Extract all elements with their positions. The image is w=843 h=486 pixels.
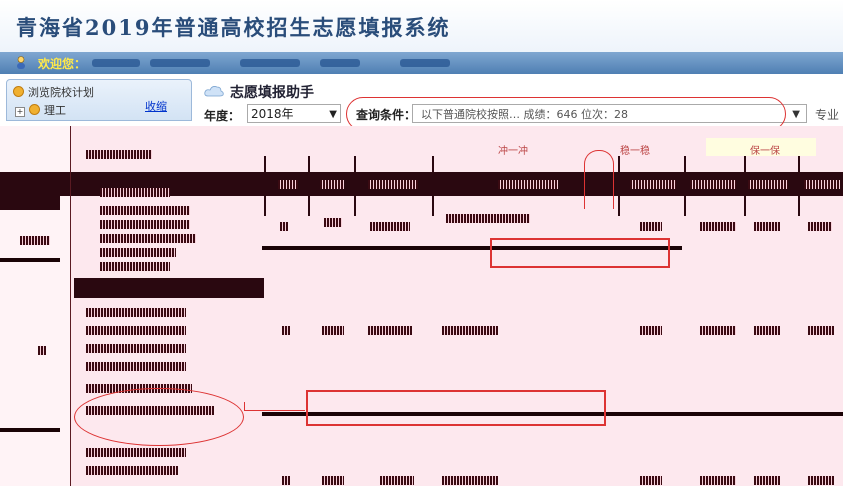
column-divider (618, 156, 620, 216)
table-cell (808, 476, 834, 485)
table-cell (748, 180, 788, 189)
tree-node[interactable] (86, 308, 186, 317)
table-cell (754, 326, 780, 335)
table-cell (640, 326, 662, 335)
tree-node[interactable] (100, 262, 170, 271)
table-cell (640, 222, 662, 231)
annotation-oval (74, 388, 244, 446)
redacted-info (320, 59, 360, 67)
table-cell (630, 180, 676, 189)
helper-title: 志愿填报助手 (230, 85, 314, 101)
tree-node[interactable] (86, 362, 186, 371)
table-cell (442, 476, 498, 485)
year-label: 年度： (204, 109, 241, 123)
redacted-username (92, 59, 140, 67)
tree-node[interactable] (86, 466, 178, 475)
table-row[interactable] (74, 278, 264, 298)
year-value: 2018年 (251, 107, 294, 121)
year-select[interactable]: 2018年 ▼ (247, 104, 341, 123)
table-cell (808, 326, 834, 335)
tree-node[interactable] (86, 344, 186, 353)
table-cell (700, 476, 736, 485)
dropdown-arrow-icon[interactable]: ▼ (329, 105, 337, 124)
column-head-safe: 保一保 (750, 146, 780, 157)
specialty-label: 专业 (815, 108, 840, 122)
bullet-icon (29, 104, 40, 115)
table-cell (498, 180, 558, 189)
table-cell (754, 222, 780, 231)
table-cell (322, 326, 344, 335)
bullet-icon (13, 86, 24, 97)
collapse-link[interactable]: 收缩 (145, 98, 167, 114)
redacted-info (400, 59, 450, 67)
table-row[interactable] (0, 196, 60, 210)
tree-node[interactable] (100, 220, 190, 229)
column-divider (308, 156, 310, 216)
tree-node[interactable] (86, 448, 186, 457)
table-cell (280, 222, 288, 231)
tree-node[interactable] (100, 234, 196, 243)
welcome-bar: 欢迎您： (0, 52, 843, 74)
annotation-arrow (584, 150, 614, 209)
table-cell (380, 476, 414, 485)
browse-plan-label: 浏览院校计划 (28, 86, 94, 99)
redacted-info (240, 59, 300, 67)
table-cell (20, 236, 50, 245)
annotation-box (490, 238, 670, 268)
table-cell (320, 180, 344, 189)
browse-plan-item[interactable]: 浏览院校计划 (13, 84, 94, 100)
annotation-box (306, 390, 606, 426)
column-head-stable: 稳一稳 (620, 146, 650, 157)
table-cell (278, 180, 298, 189)
expand-icon[interactable]: + (15, 107, 25, 117)
table-cell (446, 214, 530, 223)
dropdown-arrow-icon[interactable]: ▼ (792, 105, 800, 122)
cloud-icon (204, 86, 224, 97)
column-head-rush: 冲一冲 (498, 146, 528, 157)
column-divider (354, 156, 356, 216)
table-cell (754, 476, 780, 485)
annotation-arrow (244, 402, 305, 411)
tree-node[interactable] (86, 326, 186, 335)
school-plan-panel: 浏览院校计划 + 理工 收缩 (6, 79, 192, 121)
table-cell (322, 476, 344, 485)
table-cell (38, 346, 46, 355)
table-cell (804, 180, 840, 189)
table-cell (282, 326, 290, 335)
column-divider (70, 126, 71, 486)
table-cell (700, 222, 736, 231)
row-divider (0, 428, 60, 432)
table-cell (324, 218, 342, 227)
tree-node[interactable] (86, 150, 152, 159)
table-cell (690, 180, 736, 189)
column-divider (744, 156, 746, 216)
page-title: 青海省2019年普通高校招生志愿填报系统 (16, 15, 451, 40)
column-divider (684, 156, 686, 216)
tree-node[interactable] (100, 248, 176, 257)
tree-node[interactable] (100, 188, 170, 197)
table-cell (368, 326, 412, 335)
column-divider (432, 156, 434, 216)
row-divider (0, 258, 60, 262)
school-tree-table: 冲一冲 稳一稳 保一保 (0, 126, 843, 486)
tree-node-label: 理工 (44, 104, 66, 117)
column-divider (264, 156, 266, 216)
redacted-info (150, 59, 210, 67)
welcome-label: 欢迎您： (38, 57, 87, 71)
table-cell (370, 222, 410, 231)
table-cell (808, 222, 832, 231)
tree-node[interactable] (100, 206, 190, 215)
user-icon (17, 56, 25, 69)
table-cell (282, 476, 290, 485)
table-cell (640, 476, 662, 485)
app-header: 青海省2019年普通高校招生志愿填报系统 (0, 0, 843, 52)
column-divider (798, 156, 800, 216)
table-cell (442, 326, 498, 335)
table-cell (368, 180, 418, 189)
tree-node-science[interactable]: + 理工 (15, 102, 66, 118)
table-cell (700, 326, 736, 335)
